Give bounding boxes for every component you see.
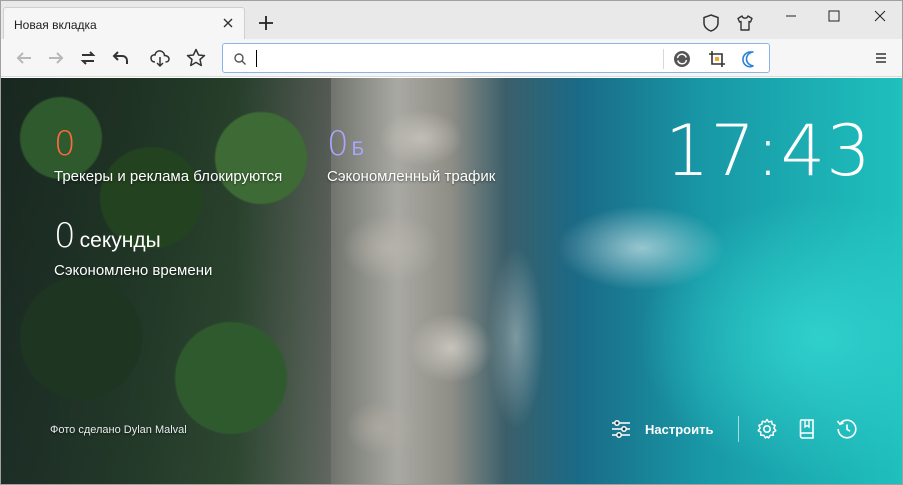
minimize-icon[interactable] xyxy=(782,7,800,25)
toolbar xyxy=(1,39,902,77)
traffic-unit: Б xyxy=(351,139,365,160)
address-bar[interactable] xyxy=(222,43,770,73)
customize-button[interactable]: Настроить xyxy=(609,414,713,444)
trackers-stat: 0 Трекеры и реклама блокируются xyxy=(54,126,282,185)
shield-icon[interactable] xyxy=(701,13,721,33)
customize-label: Настроить xyxy=(645,421,714,437)
sliders-icon xyxy=(612,420,630,438)
address-input[interactable] xyxy=(255,49,655,69)
clock: 17:43 xyxy=(665,110,872,192)
time-count: 0 xyxy=(54,216,76,256)
trackers-count: 0 xyxy=(54,124,76,164)
cloud-download-icon[interactable] xyxy=(149,47,171,69)
traffic-stat: 0Б Сэкономленный трафик xyxy=(327,126,495,185)
menu-icon[interactable] xyxy=(873,50,889,66)
browser-window: Новая вкладка 0 Трекеры и реклама блокир… xyxy=(0,0,903,485)
photo-credit[interactable]: Фото сделано Dylan Malval xyxy=(50,424,187,436)
undo-icon[interactable] xyxy=(110,47,132,69)
traffic-label: Сэкономленный трафик xyxy=(327,168,496,185)
history-icon[interactable] xyxy=(835,417,859,441)
gear-icon[interactable] xyxy=(755,417,779,441)
close-icon[interactable] xyxy=(220,15,236,31)
star-icon[interactable] xyxy=(185,47,207,69)
tab-new-tab[interactable]: Новая вкладка xyxy=(3,7,245,39)
title-bar: Новая вкладка xyxy=(1,1,902,39)
time-stat: 0 секунды Сэкономлено времени xyxy=(54,218,212,279)
arrow-left-icon[interactable] xyxy=(13,47,35,69)
background-surf xyxy=(471,198,561,478)
maximize-icon[interactable] xyxy=(825,7,843,25)
refresh-circle-icon[interactable] xyxy=(672,49,692,69)
traffic-count: 0 xyxy=(327,124,349,164)
text-caret xyxy=(256,50,257,67)
arrow-right-icon[interactable] xyxy=(45,47,67,69)
time-label: Сэкономлено времени xyxy=(54,262,213,279)
traffic-value-row: 0Б xyxy=(327,126,495,162)
plus-icon[interactable] xyxy=(257,14,275,32)
time-value-row: 0 секунды xyxy=(54,218,212,254)
trackers-label: Трекеры и реклама блокируются xyxy=(54,168,283,185)
tab-title: Новая вкладка xyxy=(14,18,97,32)
crop-icon[interactable] xyxy=(707,49,727,69)
sync-icon[interactable] xyxy=(77,47,99,69)
book-icon[interactable] xyxy=(795,417,819,441)
bottom-bar-separator xyxy=(738,416,739,442)
search-icon xyxy=(234,53,246,65)
time-unit: секунды xyxy=(79,229,161,252)
new-tab-page: 0 Трекеры и реклама блокируются 0Б Сэкон… xyxy=(1,78,902,484)
window-close-icon[interactable] xyxy=(871,7,889,25)
tshirt-icon[interactable] xyxy=(735,13,755,33)
address-separator xyxy=(663,49,664,69)
moon-icon[interactable] xyxy=(740,49,760,69)
